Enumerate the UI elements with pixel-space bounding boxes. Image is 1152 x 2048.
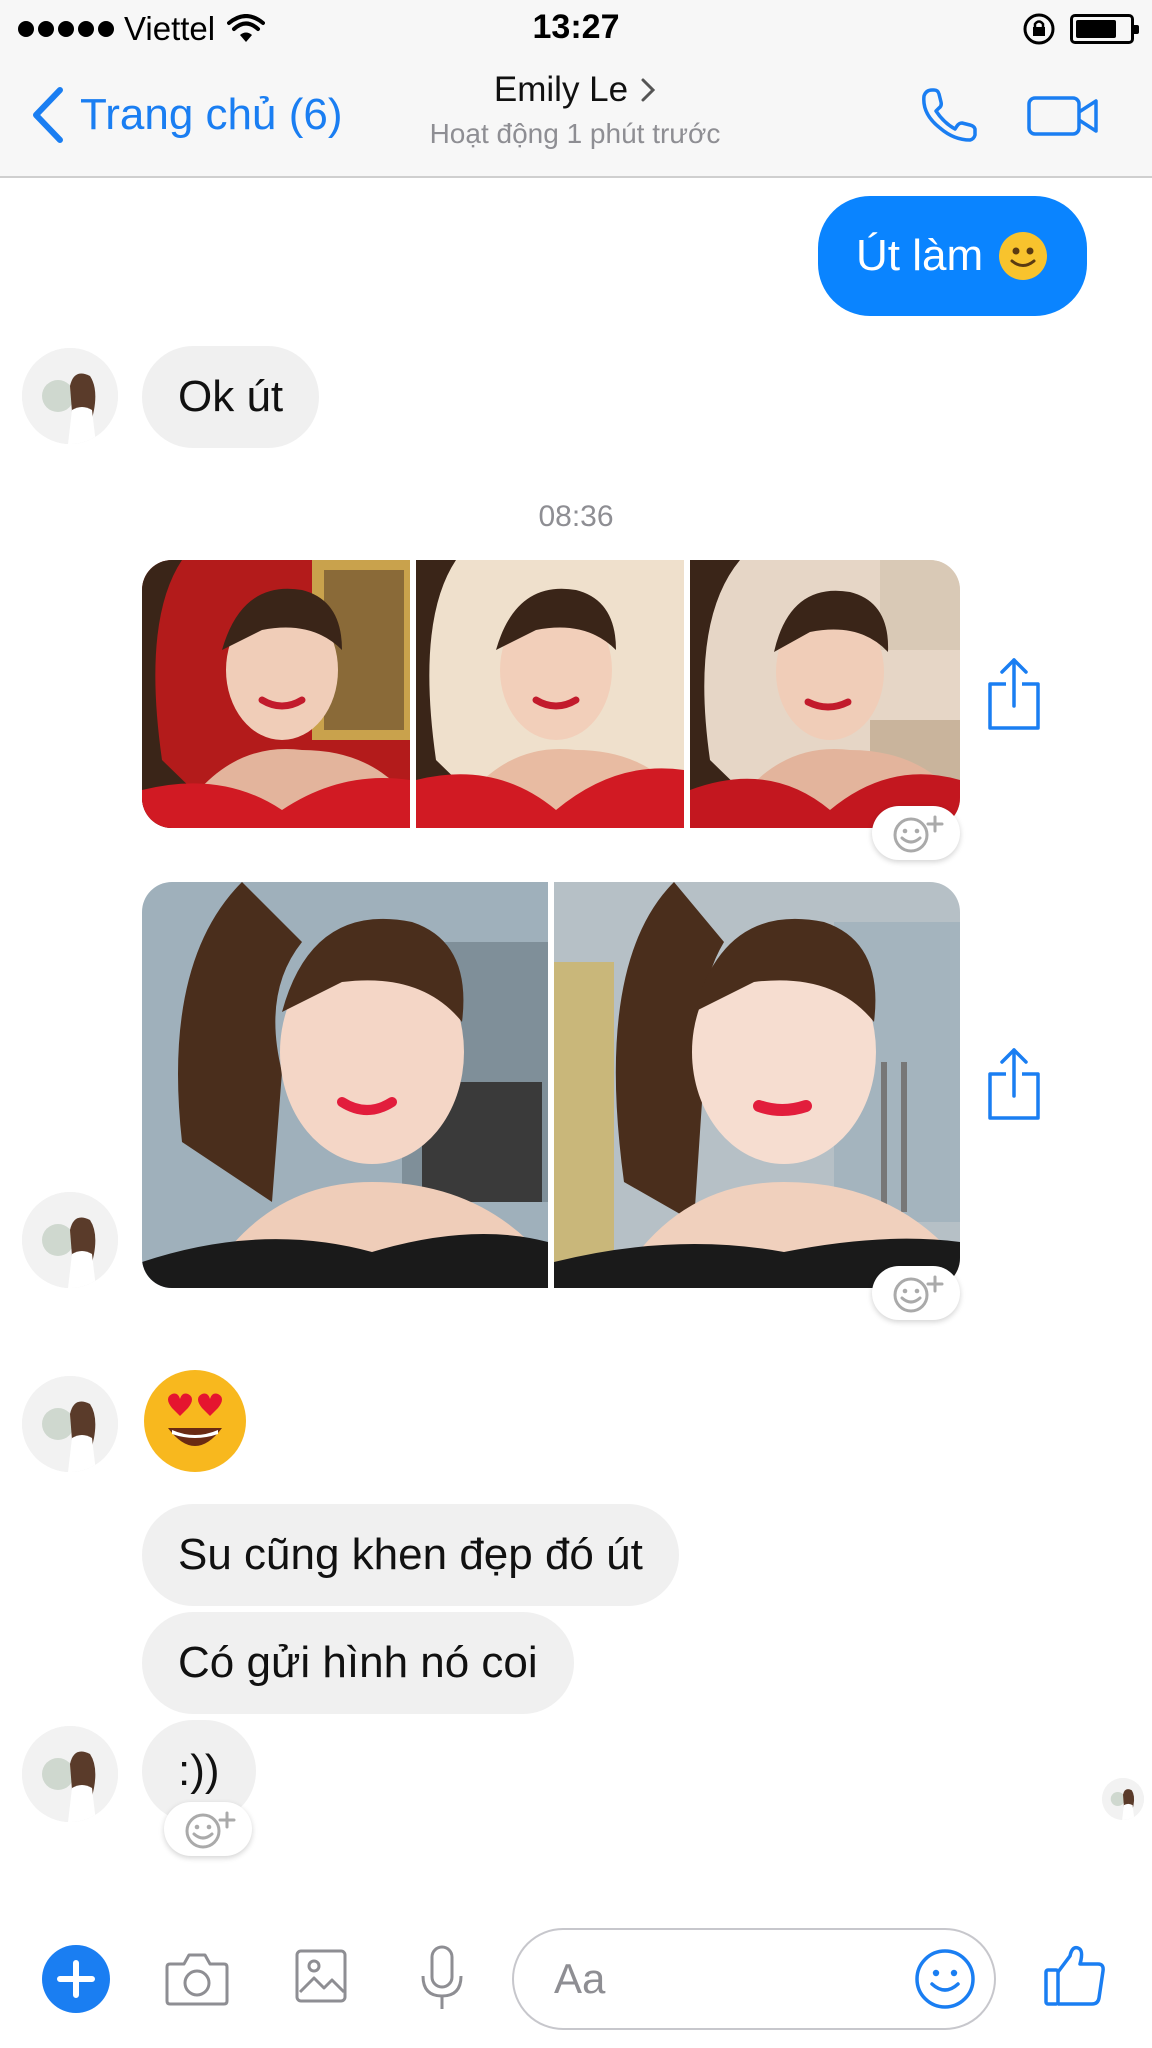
status-right — [1022, 10, 1139, 48]
add-reaction-button[interactable] — [872, 1266, 960, 1320]
photo-attachment[interactable] — [142, 560, 410, 828]
message-text: Út làm — [856, 231, 984, 280]
incoming-message[interactable]: Có gửi hình nó coi — [142, 1612, 574, 1714]
incoming-message[interactable]: Su cũng khen đẹp đó út — [142, 1504, 679, 1606]
message-text: Ok út — [178, 372, 284, 421]
heart-eyes-emoji-icon[interactable] — [142, 1368, 248, 1474]
contact-info[interactable]: Emily Le Hoạt động 1 phút trước — [400, 70, 750, 150]
more-actions-button[interactable] — [42, 1945, 110, 2013]
microphone-icon[interactable] — [418, 1944, 466, 2012]
message-timestamp: 08:36 — [538, 500, 614, 533]
photo-attachment[interactable] — [690, 560, 960, 828]
add-reaction-icon — [893, 1275, 944, 1313]
status-time: 13:27 — [532, 8, 620, 46]
contact-name-row: Emily Le — [494, 70, 656, 110]
chevron-left-icon — [33, 87, 63, 143]
camera-icon[interactable] — [164, 1948, 230, 2008]
add-reaction-button[interactable] — [164, 1802, 252, 1856]
avatar-image — [22, 348, 118, 444]
message-text: Su cũng khen đẹp đó út — [178, 1530, 643, 1579]
contact-name: Emily Le — [493, 70, 629, 109]
contact-avatar[interactable] — [22, 1376, 118, 1472]
avatar-image — [22, 1192, 118, 1288]
add-reaction-button[interactable] — [872, 806, 960, 860]
share-icon[interactable] — [986, 656, 1042, 732]
contact-avatar[interactable] — [22, 348, 118, 444]
battery-icon — [1070, 14, 1139, 44]
outgoing-message[interactable]: Út làm — [818, 196, 1088, 316]
avatar-image — [22, 1376, 118, 1472]
smiley-icon[interactable] — [912, 1946, 978, 2012]
message-input[interactable] — [554, 1955, 894, 2003]
seen-indicator-avatar — [1102, 1778, 1144, 1820]
back-label: Trang chủ (6) — [80, 90, 343, 139]
orientation-lock-icon — [1023, 13, 1055, 45]
chevron-right-icon — [641, 78, 656, 102]
status-bar: Viettel 13:27 — [0, 0, 1152, 58]
image-icon[interactable] — [294, 1948, 348, 2004]
add-reaction-icon — [893, 815, 944, 853]
share-icon[interactable] — [986, 1046, 1042, 1122]
slight-smile-emoji-icon — [999, 232, 1048, 280]
message-text: Có gửi hình nó coi — [178, 1638, 538, 1687]
photo-group-1 — [142, 560, 960, 828]
photo-group-2 — [142, 882, 960, 1288]
phone-icon[interactable] — [918, 84, 980, 146]
photo-attachment[interactable] — [416, 560, 684, 828]
contact-avatar[interactable] — [22, 1726, 118, 1822]
message-text: :)) — [178, 1746, 220, 1795]
avatar-image — [22, 1726, 118, 1822]
conversation-header: Trang chủ (6) Emily Le Hoạt động 1 phút … — [0, 58, 1152, 178]
photo-attachment[interactable] — [554, 882, 960, 1288]
contact-avatar[interactable] — [22, 1192, 118, 1288]
contact-active-status: Hoạt động 1 phút trước — [429, 118, 721, 149]
photo-attachment[interactable] — [142, 882, 548, 1288]
video-camera-icon[interactable] — [1026, 92, 1100, 140]
thumbs-up-icon[interactable] — [1042, 1942, 1108, 2008]
plus-icon — [57, 1960, 95, 1998]
message-input-container — [512, 1928, 996, 2030]
add-reaction-icon — [185, 1811, 236, 1849]
message-composer — [0, 1900, 1152, 2048]
back-button[interactable]: Trang chủ (6) — [30, 86, 342, 144]
incoming-message[interactable]: Ok út — [142, 346, 320, 448]
